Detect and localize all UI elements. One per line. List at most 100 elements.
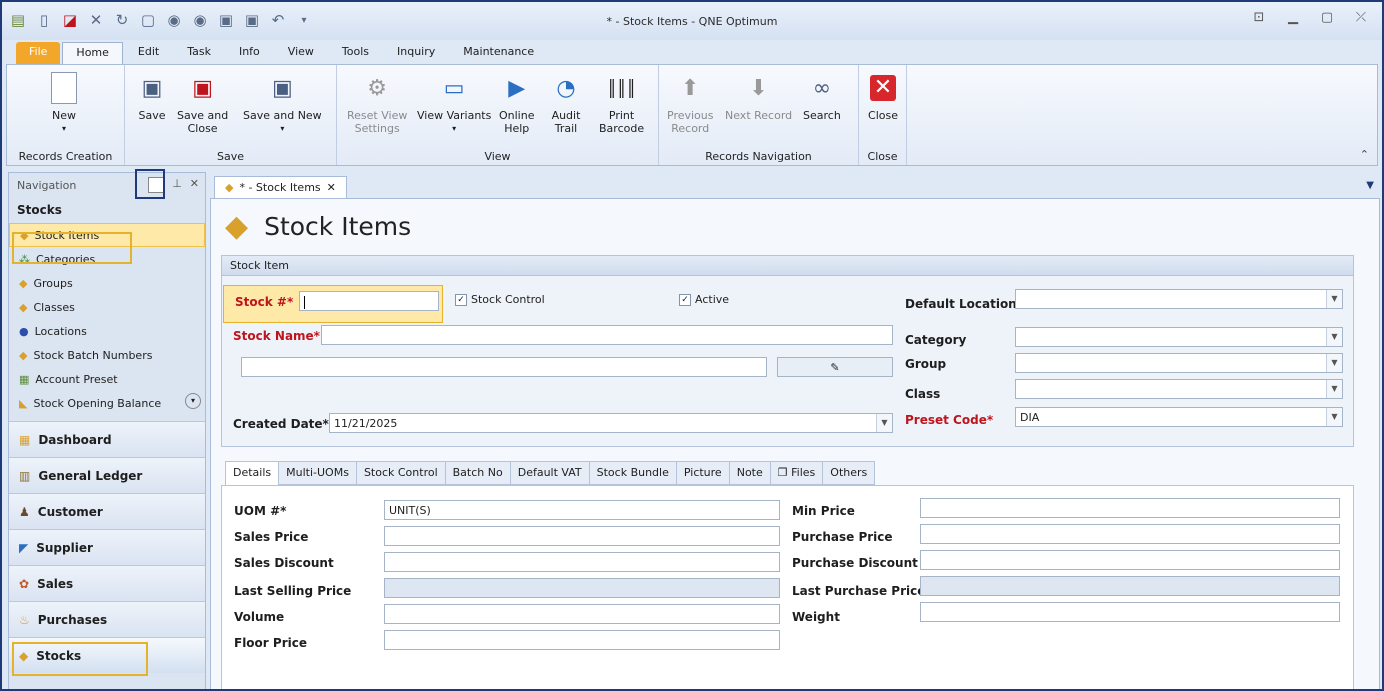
preset-code-select[interactable]: DIA ▼: [1015, 407, 1343, 427]
files-icon: ❐: [777, 466, 788, 479]
tab-others[interactable]: Others: [823, 461, 876, 485]
stock-control-checkbox[interactable]: ✓ Stock Control: [455, 293, 545, 306]
stock-name-input[interactable]: [321, 325, 893, 345]
class-select[interactable]: ▼: [1015, 379, 1343, 399]
module-supplier[interactable]: ◤ Supplier: [9, 529, 205, 565]
supplier-icon: ◤: [19, 540, 29, 555]
restore-icon[interactable]: ⊡: [1248, 10, 1270, 25]
uom-input[interactable]: UNIT(S): [384, 500, 780, 520]
tab-info[interactable]: Info: [226, 42, 273, 64]
groups-icon: ◆: [19, 276, 28, 290]
previous-record-button[interactable]: ⬆ Previous Record: [667, 71, 714, 135]
close-button[interactable]: ✕ Close: [866, 71, 900, 122]
next-record-button[interactable]: ⬇ Next Record: [725, 71, 792, 122]
save-and-new-button[interactable]: ▣ Save and New ▾: [243, 71, 322, 135]
nav-section-title: Stocks: [17, 203, 62, 217]
weight-input[interactable]: [920, 602, 1340, 622]
text-cursor: [304, 295, 305, 309]
nav-item-stock-items[interactable]: ◆ Stock Items: [9, 223, 205, 247]
tab-stock-bundle[interactable]: Stock Bundle: [589, 461, 677, 485]
save-button[interactable]: ▣ Save: [135, 71, 169, 122]
search-button[interactable]: ∞ Search: [803, 71, 841, 122]
volume-input[interactable]: [384, 604, 780, 624]
new-button[interactable]: New ▾: [47, 71, 81, 135]
tab-batch-no[interactable]: Batch No: [445, 461, 511, 485]
print-barcode-button[interactable]: ║║║ Print Barcode: [599, 71, 644, 135]
nav-item-account-preset[interactable]: ▦ Account Preset: [9, 367, 205, 391]
view-variants-dropdown-icon: ▾: [452, 124, 457, 133]
min-price-input[interactable]: [920, 498, 1340, 518]
stock-name-label: Stock Name*: [233, 329, 320, 343]
save-close-icon: ▣: [192, 75, 213, 101]
purchase-discount-input[interactable]: [920, 550, 1340, 570]
tab-tools[interactable]: Tools: [329, 42, 382, 64]
pin-icon[interactable]: ⊥: [172, 177, 182, 193]
nav-item-groups[interactable]: ◆ Groups: [9, 271, 205, 295]
tab-multi-uoms[interactable]: Multi-UOMs: [279, 461, 357, 485]
module-dashboard[interactable]: ▦ Dashboard: [9, 421, 205, 457]
tab-files[interactable]: ❐ Files: [770, 461, 824, 485]
chevron-down-icon[interactable]: ▼: [1326, 328, 1342, 346]
scroll-down-icon[interactable]: ▾: [185, 393, 201, 409]
sales-price-input[interactable]: [384, 526, 780, 546]
tab-default-vat[interactable]: Default VAT: [510, 461, 590, 485]
sales-discount-input[interactable]: [384, 552, 780, 572]
chevron-down-icon[interactable]: ▼: [1326, 408, 1342, 426]
maximize-icon[interactable]: ▢: [1316, 10, 1338, 25]
tab-view[interactable]: View: [275, 42, 327, 64]
active-checkbox[interactable]: ✓ Active: [679, 293, 729, 306]
highlight-box: [135, 169, 165, 199]
tab-edit[interactable]: Edit: [125, 42, 172, 64]
close-pane-icon[interactable]: ✕: [190, 177, 199, 193]
category-select[interactable]: ▼: [1015, 327, 1343, 347]
stock-name-2-input[interactable]: [241, 357, 767, 377]
tab-picture[interactable]: Picture: [676, 461, 730, 485]
chevron-down-icon[interactable]: ▼: [1326, 290, 1342, 308]
close-window-icon[interactable]: ⤫: [1350, 10, 1372, 25]
close-tab-icon[interactable]: ✕: [327, 181, 336, 194]
online-help-button[interactable]: ▶ Online Help: [499, 71, 534, 135]
edit-description-button[interactable]: ✎: [777, 357, 893, 377]
group-select[interactable]: ▼: [1015, 353, 1343, 373]
module-general-ledger[interactable]: ▥ General Ledger: [9, 457, 205, 493]
tab-list-dropdown-icon[interactable]: ▼: [1366, 180, 1374, 191]
module-stocks[interactable]: ◆ Stocks: [9, 637, 205, 673]
tab-task[interactable]: Task: [174, 42, 224, 64]
created-date-picker[interactable]: 11/21/2025 ▼: [329, 413, 893, 433]
tab-details[interactable]: Details: [225, 461, 280, 485]
floor-price-input[interactable]: [384, 630, 780, 650]
nav-item-stock-batch-numbers[interactable]: ◆ Stock Batch Numbers: [9, 343, 205, 367]
module-purchases[interactable]: ♨ Purchases: [9, 601, 205, 637]
panel-title: Stock Item: [222, 256, 1353, 276]
nav-item-categories[interactable]: ⁂ Categories: [9, 247, 205, 271]
nav-item-classes[interactable]: ◆ Classes: [9, 295, 205, 319]
reset-view-settings-button[interactable]: ⚙ Reset View Settings: [347, 71, 407, 135]
tab-maintenance[interactable]: Maintenance: [450, 42, 547, 64]
save-new-icon: ▣: [271, 75, 293, 101]
audit-trail-icon: ◔: [556, 75, 576, 101]
collapse-ribbon-icon[interactable]: ⌃: [1360, 148, 1369, 161]
chevron-down-icon[interactable]: ▼: [1326, 380, 1342, 398]
chevron-down-icon[interactable]: ▼: [1326, 354, 1342, 372]
nav-item-locations[interactable]: ● Locations: [9, 319, 205, 343]
module-sales[interactable]: ✿ Sales: [9, 565, 205, 601]
group-label-records-navigation: Records Navigation: [705, 150, 812, 163]
preset-code-label: Preset Code*: [905, 413, 994, 427]
save-and-close-button[interactable]: ▣ Save and Close: [177, 71, 228, 135]
view-variants-button[interactable]: ▭ View Variants ▾: [417, 71, 491, 135]
tab-note[interactable]: Note: [729, 461, 771, 485]
purchase-price-input[interactable]: [920, 524, 1340, 544]
stock-no-input[interactable]: [299, 291, 439, 311]
module-customer[interactable]: ♟ Customer: [9, 493, 205, 529]
minimize-icon[interactable]: ▁: [1282, 10, 1304, 25]
box-large-icon: ◆: [225, 209, 249, 244]
audit-trail-button[interactable]: ◔ Audit Trail: [549, 71, 583, 135]
default-location-select[interactable]: ▼: [1015, 289, 1343, 309]
nav-item-stock-opening-balance[interactable]: ◣ Stock Opening Balance ▾: [9, 391, 205, 415]
doc-tab-stock-items[interactable]: ◆ * - Stock Items ✕: [214, 176, 347, 198]
tab-file[interactable]: File: [16, 42, 61, 64]
tab-stock-control[interactable]: Stock Control: [356, 461, 446, 485]
date-dropdown-icon[interactable]: ▼: [876, 414, 892, 432]
tab-inquiry[interactable]: Inquiry: [384, 42, 448, 64]
tab-home[interactable]: Home: [62, 42, 123, 64]
